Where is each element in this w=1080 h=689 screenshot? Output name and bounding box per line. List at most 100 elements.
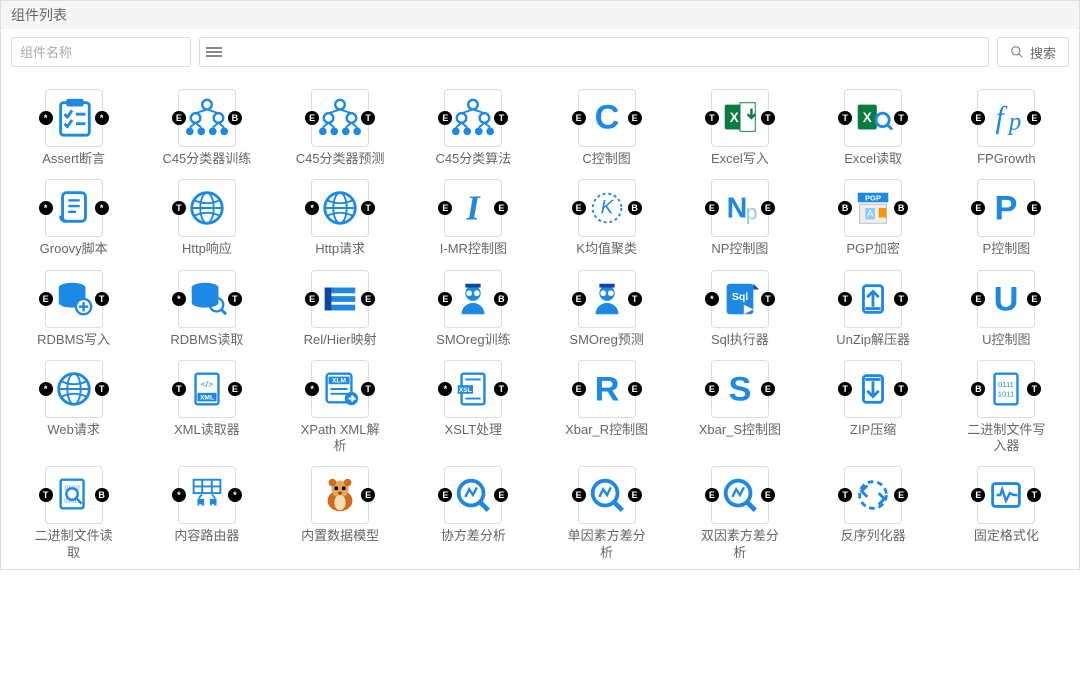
component-tile[interactable]: ET (977, 466, 1035, 524)
component-tile[interactable]: TE (178, 360, 236, 418)
U-icon (985, 278, 1027, 320)
search-icon (1010, 45, 1024, 59)
component-item[interactable]: *TXSLT处理 (407, 356, 540, 463)
component-item[interactable]: EENP控制图 (673, 175, 806, 265)
component-tile[interactable]: EE (711, 360, 769, 418)
component-label: Web请求 (47, 422, 100, 438)
component-item[interactable]: EEU控制图 (940, 266, 1073, 356)
component-tile[interactable]: EE (578, 89, 636, 147)
component-item[interactable]: *TRDBMS读取 (140, 266, 273, 356)
component-label: Sql执行器 (711, 332, 769, 348)
component-tile[interactable]: EE (444, 179, 502, 237)
component-item[interactable]: TTUnZip解压器 (807, 266, 940, 356)
component-item[interactable]: **内容路由器 (140, 462, 273, 569)
router-icon (186, 474, 228, 516)
component-tile[interactable]: TB (45, 466, 103, 524)
component-item[interactable]: E内置数据模型 (274, 462, 407, 569)
search-button[interactable]: 搜索 (997, 37, 1069, 67)
component-tile[interactable]: EE (977, 179, 1035, 237)
component-tile[interactable]: EE (977, 270, 1035, 328)
port-badge-left: T (172, 382, 186, 396)
component-item[interactable]: EBK均值聚类 (540, 175, 673, 265)
component-tile[interactable]: TT (844, 89, 902, 147)
component-item[interactable]: ETC45分类器预测 (274, 85, 407, 175)
component-item[interactable]: TTExcel写入 (673, 85, 806, 175)
component-item[interactable]: EERel/Hier映射 (274, 266, 407, 356)
component-item[interactable]: *T Web请求 (7, 356, 140, 463)
component-item[interactable]: TEXML读取器 (140, 356, 273, 463)
component-item[interactable]: EEP控制图 (940, 175, 1073, 265)
menu-icon[interactable] (206, 44, 222, 60)
component-tile[interactable]: EE (578, 360, 636, 418)
component-item[interactable]: ETRDBMS写入 (7, 266, 140, 356)
component-item[interactable]: **Assert断言 (7, 85, 140, 175)
filter-bar[interactable] (199, 37, 989, 67)
component-tile[interactable]: ** (45, 179, 103, 237)
component-item[interactable]: EBC45分类器训练 (140, 85, 273, 175)
port-badge-right: * (95, 201, 109, 215)
component-label: Http响应 (182, 241, 232, 257)
component-item[interactable]: TTZIP压缩 (807, 356, 940, 463)
component-tile[interactable]: ET (45, 270, 103, 328)
component-tile[interactable]: ** (45, 89, 103, 147)
component-tile[interactable]: *T (311, 360, 369, 418)
component-item[interactable]: *T Sql执行器 (673, 266, 806, 356)
component-tile[interactable]: BB (844, 179, 902, 237)
component-item[interactable]: BT二进制文件写入器 (940, 356, 1073, 463)
component-tile[interactable]: ET (578, 270, 636, 328)
component-item[interactable]: EE双因素方差分析 (673, 462, 806, 569)
component-tile[interactable]: *T (45, 360, 103, 418)
component-item[interactable]: BB PGP加密 (807, 175, 940, 265)
component-tile[interactable]: EE (977, 89, 1035, 147)
component-item[interactable]: EEXbar_S控制图 (673, 356, 806, 463)
component-tile[interactable]: BT (977, 360, 1035, 418)
component-item[interactable]: TB二进制文件读取 (7, 462, 140, 569)
component-tile[interactable]: TE (844, 466, 902, 524)
component-tile[interactable]: EE (311, 270, 369, 328)
component-item[interactable]: **Groovy脚本 (7, 175, 140, 265)
component-tile[interactable]: TT (711, 89, 769, 147)
component-item[interactable]: ET SMOreg预测 (540, 266, 673, 356)
component-label: PGP加密 (846, 241, 899, 257)
component-item[interactable]: T Http响应 (140, 175, 273, 265)
component-item[interactable]: EE单因素方差分析 (540, 462, 673, 569)
component-tile[interactable]: EB (178, 89, 236, 147)
component-item[interactable]: EEXbar_R控制图 (540, 356, 673, 463)
component-tile[interactable]: E (311, 466, 369, 524)
listmap-icon (319, 278, 361, 320)
component-tile[interactable]: ET (444, 89, 502, 147)
component-tile[interactable]: *T (711, 270, 769, 328)
component-tile[interactable]: EE (578, 466, 636, 524)
component-name-input[interactable] (11, 37, 191, 67)
component-item[interactable]: ET固定格式化 (940, 462, 1073, 569)
port-badge-right: T (95, 292, 109, 306)
component-tile[interactable]: *T (178, 270, 236, 328)
component-tile[interactable]: EE (711, 179, 769, 237)
component-tile[interactable]: EE (444, 466, 502, 524)
component-item[interactable]: TE反序列化器 (807, 462, 940, 569)
component-tile[interactable]: *T (444, 360, 502, 418)
component-item[interactable]: EEC控制图 (540, 85, 673, 175)
component-item[interactable]: TTExcel读取 (807, 85, 940, 175)
component-tile[interactable]: ET (311, 89, 369, 147)
port-badge-right: E (894, 488, 908, 502)
component-item[interactable]: ETC45分类算法 (407, 85, 540, 175)
component-item[interactable]: *THttp请求 (274, 175, 407, 265)
component-tile[interactable]: EB (578, 179, 636, 237)
component-tile[interactable]: EB (444, 270, 502, 328)
component-item[interactable]: *TXPath XML解析 (274, 356, 407, 463)
component-item[interactable]: EEFPGrowth (940, 85, 1073, 175)
component-tile[interactable]: EE (711, 466, 769, 524)
magnify-icon (719, 474, 761, 516)
scroll-icon (53, 187, 95, 229)
component-tile[interactable]: *T (311, 179, 369, 237)
component-tile[interactable]: TT (844, 270, 902, 328)
component-tile[interactable]: ** (178, 466, 236, 524)
component-tile[interactable]: TT (844, 360, 902, 418)
component-item[interactable]: EEI-MR控制图 (407, 175, 540, 265)
component-label: SMOreg预测 (569, 332, 643, 348)
port-badge-left: E (572, 488, 586, 502)
component-tile[interactable]: T (178, 179, 236, 237)
component-item[interactable]: EBSMOreg训练 (407, 266, 540, 356)
component-item[interactable]: EE协方差分析 (407, 462, 540, 569)
